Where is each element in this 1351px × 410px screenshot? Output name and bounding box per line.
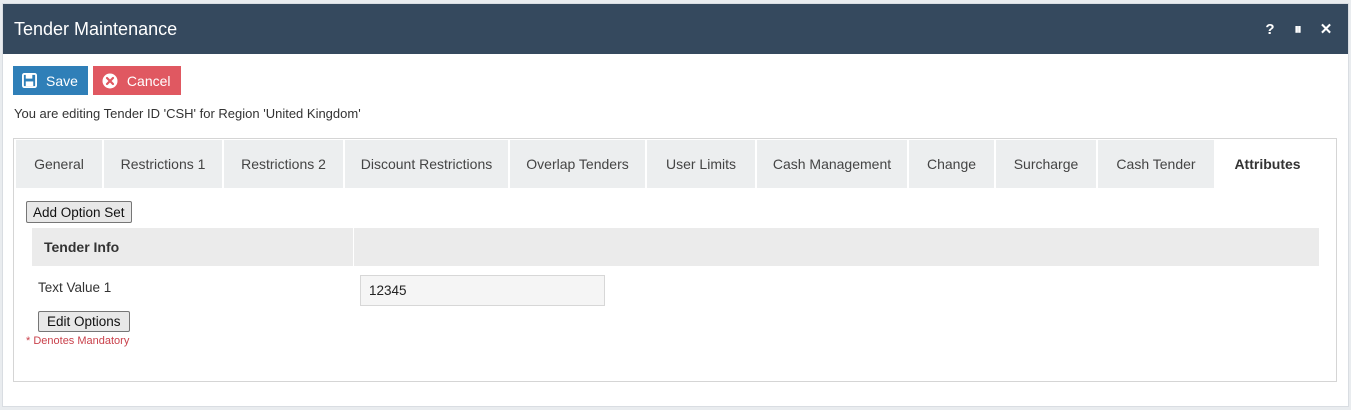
window-title: Tender Maintenance	[14, 18, 178, 39]
tab-attributes[interactable]: Attributes	[1216, 140, 1319, 188]
tender-info-header: Tender Info	[32, 228, 1319, 266]
tab-overlap-tenders[interactable]: Overlap Tenders	[510, 140, 645, 188]
help-icon[interactable]: ?	[1256, 21, 1284, 38]
cancel-button-label: Cancel	[126, 72, 171, 89]
add-option-set-button[interactable]: Add Option Set	[26, 201, 132, 223]
save-button-label: Save	[46, 72, 78, 89]
tab-discount-restrictions[interactable]: Discount Restrictions	[345, 140, 508, 188]
tab-bar: General Restrictions 1 Restrictions 2 Di…	[14, 139, 1336, 188]
editing-message: You are editing Tender ID 'CSH' for Regi…	[14, 106, 361, 121]
tab-cash-management[interactable]: Cash Management	[757, 140, 907, 188]
save-button[interactable]: Save	[13, 66, 88, 95]
tab-restrictions-1[interactable]: Restrictions 1	[104, 140, 222, 188]
tender-tabs-panel: General Restrictions 1 Restrictions 2 Di…	[13, 138, 1337, 382]
pause-icon[interactable]: ⏸	[1284, 21, 1312, 38]
tab-restrictions-2[interactable]: Restrictions 2	[224, 140, 343, 188]
toolbar: Save Cancel	[13, 66, 181, 95]
window-controls: ? ⏸ ✕	[1256, 20, 1348, 39]
floppy-disk-icon	[22, 73, 37, 88]
text-value-1-label: Text Value 1	[38, 280, 112, 295]
title-bar: Tender Maintenance ? ⏸ ✕	[3, 4, 1348, 54]
section-title: Tender Info	[32, 228, 354, 266]
close-icon[interactable]: ✕	[1312, 20, 1340, 38]
tender-maintenance-window: Tender Maintenance ? ⏸ ✕ Save Cancel You…	[2, 3, 1349, 407]
tab-user-limits[interactable]: User Limits	[647, 140, 755, 188]
tab-surcharge[interactable]: Surcharge	[996, 140, 1096, 188]
tab-general[interactable]: General	[16, 140, 102, 188]
cancel-button[interactable]: Cancel	[92, 66, 181, 95]
text-value-1-field[interactable]: 12345	[360, 275, 605, 306]
cancel-circle-icon	[102, 73, 118, 89]
tab-change[interactable]: Change	[909, 140, 994, 188]
mandatory-note: * Denotes Mandatory	[26, 335, 130, 347]
edit-options-button[interactable]: Edit Options	[38, 311, 130, 332]
tab-cash-tender[interactable]: Cash Tender	[1098, 140, 1214, 188]
